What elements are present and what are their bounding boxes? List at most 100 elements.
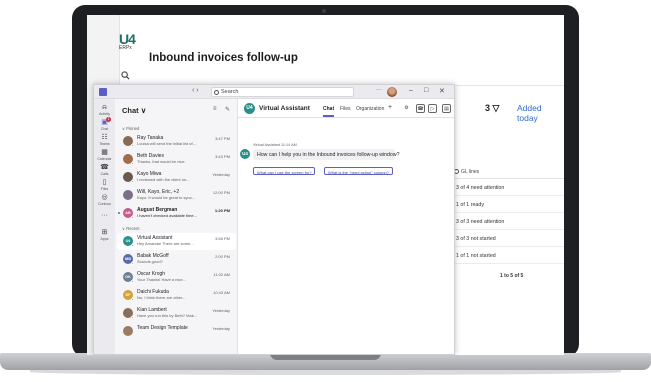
erp-logo[interactable]: U4 ERPx bbox=[119, 31, 139, 51]
avatar bbox=[123, 190, 133, 200]
status-icon bbox=[131, 144, 134, 147]
list-item[interactable]: Kayo Miwa I reviewed with the client on.… bbox=[117, 169, 236, 186]
tab-files[interactable]: Files bbox=[340, 106, 351, 112]
rail-more[interactable]: ··· bbox=[94, 212, 115, 220]
chat-preview: Thanks, that would be nice. bbox=[137, 159, 186, 164]
call-icon[interactable]: ☎ bbox=[416, 104, 425, 113]
list-item[interactable]: DF Daichi Fukuda No, I think there are o… bbox=[117, 287, 236, 304]
list-item[interactable]: Will, Kayo, Eric, +2 Kayo: It would be g… bbox=[117, 187, 236, 204]
table-row[interactable]: 3 of 3 need attention bbox=[452, 213, 564, 230]
status-icon bbox=[131, 298, 134, 301]
chat-preview: Hey Amanda! There are some... bbox=[137, 241, 194, 246]
add-tab-icon[interactable]: + bbox=[388, 104, 392, 111]
rail-files[interactable]: ▯ Files bbox=[94, 179, 115, 191]
list-item[interactable]: Kian Lambert Have you run this by Beth? … bbox=[117, 305, 236, 322]
table-header[interactable]: GL lines bbox=[452, 165, 564, 179]
message-meta: Virtual Assistant 11:14 AM bbox=[253, 143, 297, 147]
chat-time: Yesterday bbox=[212, 172, 230, 177]
close-button[interactable]: ✕ bbox=[439, 87, 445, 95]
recent-section-label[interactable]: ∨ Recent bbox=[122, 226, 140, 231]
rail-apps[interactable]: ⊞ Apps bbox=[94, 229, 115, 241]
table-row[interactable]: 3 of 3 not started bbox=[452, 230, 564, 247]
chat-time: Yesterday bbox=[212, 326, 230, 331]
screen-share-icon[interactable]: ▤ bbox=[442, 104, 451, 113]
status-icon bbox=[131, 162, 134, 165]
laptop-base bbox=[0, 353, 651, 370]
rail-label: Calls bbox=[100, 172, 109, 176]
video-icon[interactable]: ▷ bbox=[428, 104, 437, 113]
search-icon[interactable] bbox=[121, 71, 130, 83]
table-row[interactable]: 1 of 1 not started bbox=[452, 247, 564, 264]
conversation-header: U4 Virtual Assistant Chat Files Organiza… bbox=[238, 99, 454, 118]
list-item[interactable]: MB Babak McGoff Sounds good? 2:00 PM bbox=[117, 251, 236, 268]
pager-text: 1 to 5 of 5 bbox=[500, 273, 524, 279]
minimize-button[interactable]: – bbox=[409, 87, 413, 94]
pinned-section-label[interactable]: ∨ Pinned bbox=[122, 126, 139, 131]
list-item[interactable]: AB August Bergman I haven't checked avai… bbox=[117, 205, 236, 222]
pager: 1 to 5 of 5 bbox=[500, 273, 523, 279]
chat-preview: Louisa will send the initial list of... bbox=[137, 141, 196, 146]
teams-window: ‹ › Search ··· – □ ✕ ⍾ Activity ▣ Chat 1… bbox=[93, 84, 455, 355]
list-item[interactable]: U4 Virtual Assistant Hey Amanda! There a… bbox=[117, 233, 236, 250]
chat-time: Yesterday bbox=[212, 308, 230, 313]
chat-time: 12:00 PM bbox=[212, 190, 230, 195]
rail-calls[interactable]: ☎ Calls bbox=[94, 164, 115, 176]
more-icon[interactable]: ··· bbox=[376, 87, 382, 93]
rail-label: Calendar bbox=[97, 157, 112, 161]
chat-name: Team Design Template bbox=[137, 325, 188, 331]
list-item[interactable]: OK Oscar Krogh Your Thanks! Have a nice.… bbox=[117, 269, 236, 286]
rail-teams[interactable]: ☷ Teams bbox=[94, 134, 115, 146]
avatar[interactable] bbox=[387, 87, 397, 97]
rail-calendar[interactable]: ▦ Calendar bbox=[94, 149, 115, 161]
avatar: U4 bbox=[244, 103, 255, 114]
filter-icon[interactable]: ≡ bbox=[213, 106, 217, 112]
camera-icon bbox=[322, 9, 326, 13]
status-icon bbox=[131, 244, 134, 247]
conversation-pane: U4 Virtual Assistant Chat Files Organiza… bbox=[238, 99, 454, 354]
suggestion-button[interactable]: What is the "need action" column? bbox=[324, 167, 393, 175]
chat-preview: I haven't checked available time... bbox=[137, 213, 197, 218]
unread-badge: 1 bbox=[106, 117, 111, 122]
rail-chat[interactable]: ▣ Chat 1 bbox=[94, 117, 115, 131]
search-placeholder: Search bbox=[221, 89, 239, 95]
list-item[interactable]: Beth Davies Thanks, that would be nice. … bbox=[117, 151, 236, 168]
status-icon bbox=[131, 280, 134, 283]
back-forward-buttons[interactable]: ‹ › bbox=[192, 87, 199, 94]
rail-contoso[interactable]: ◎ Contoso bbox=[94, 194, 115, 206]
tab-chat[interactable]: Chat bbox=[323, 106, 334, 112]
screen: U4 ERPx Inbound invoices follow-up 3 ▽ A… bbox=[87, 15, 564, 355]
status-icon bbox=[131, 216, 134, 219]
more-icon: ··· bbox=[101, 212, 108, 219]
chat-preview: Have you run this by Beth? Mak... bbox=[137, 313, 198, 318]
added-today-link[interactable]: Added today bbox=[517, 103, 564, 123]
list-item[interactable]: Team Design Template Yesterday bbox=[117, 323, 236, 340]
maximize-button[interactable]: □ bbox=[424, 87, 428, 94]
rail-label: Teams bbox=[99, 142, 110, 146]
suggestion-button[interactable]: What can I use the screen for? bbox=[253, 167, 316, 175]
table-row[interactable]: 3 of 4 need attention bbox=[452, 179, 564, 196]
chat-preview: Sounds good? bbox=[137, 259, 163, 264]
status-icon bbox=[131, 180, 134, 183]
avatar: U4 bbox=[240, 149, 250, 159]
calendar-icon: ▦ bbox=[101, 149, 108, 156]
calls-icon: ☎ bbox=[100, 164, 109, 171]
filter-count-button[interactable]: 3 ▽ bbox=[485, 103, 499, 114]
settings-icon[interactable]: ⚙ bbox=[402, 104, 411, 113]
rail-label: Chat bbox=[100, 127, 109, 131]
tab-organization[interactable]: Organization bbox=[356, 106, 384, 112]
rail-label: Activity bbox=[98, 112, 111, 116]
chat-time: 3:58 PM bbox=[215, 236, 230, 241]
list-item[interactable]: Ray Tanaka Louisa will send the initial … bbox=[117, 133, 236, 150]
chat-header[interactable]: Chat ∨ bbox=[122, 106, 146, 115]
rail-activity[interactable]: ⍾ Activity bbox=[94, 104, 115, 116]
chat-preview: Your Thanks! Have a nice... bbox=[137, 277, 186, 282]
compose-icon[interactable]: ✎ bbox=[225, 106, 230, 113]
rail-label: Apps bbox=[100, 237, 109, 241]
gl-lines-header: GL lines bbox=[461, 169, 480, 175]
app-rail: ⍾ Activity ▣ Chat 1 ☷ Teams ▦ Calendar ☎… bbox=[94, 99, 115, 354]
search-input[interactable]: Search bbox=[211, 87, 354, 97]
table-row[interactable]: 1 of 1 ready bbox=[452, 196, 564, 213]
teams-app-icon bbox=[99, 88, 107, 96]
title-bar: ‹ › Search ··· – □ ✕ bbox=[94, 85, 454, 99]
message-bubble: How can I help you in the Inbound invoic… bbox=[253, 149, 399, 160]
